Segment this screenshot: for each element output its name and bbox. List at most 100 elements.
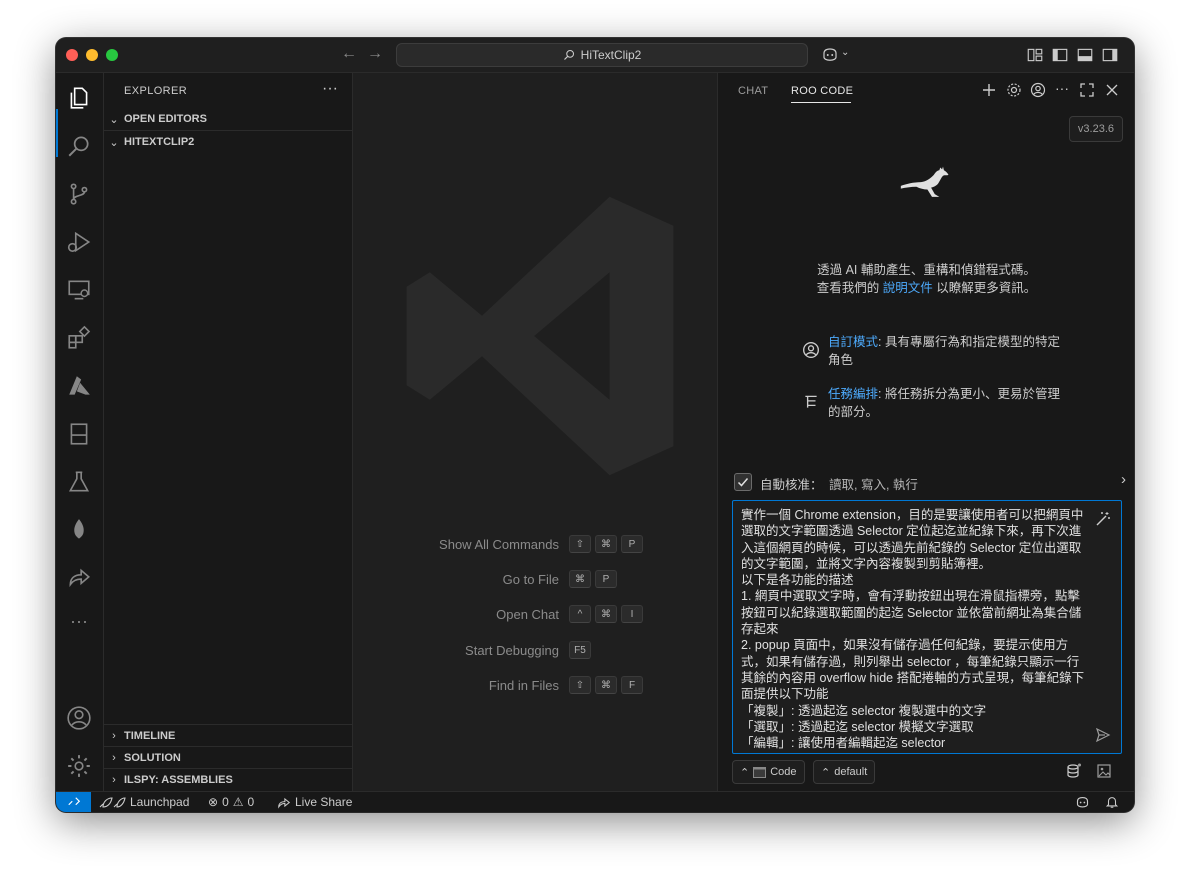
- auto-approve-row[interactable]: 自動核准： 讀取, 寫入, 執行 ›: [734, 471, 1126, 493]
- intro-text: 以瞭解更多資訊。: [932, 281, 1037, 295]
- tab-roo-code[interactable]: ROO CODE: [791, 85, 853, 97]
- key-cap: P: [595, 570, 617, 588]
- sidebar-title: EXPLORER: [124, 85, 188, 97]
- chat-input-text[interactable]: 實作一個 Chrome extension，目的是要讓使用者可以把網頁中選取的文…: [741, 507, 1089, 751]
- key-cap: ⌘: [595, 676, 617, 694]
- live-share-icon[interactable]: [66, 565, 92, 591]
- version-badge: v3.23.6: [1068, 116, 1123, 142]
- key-cap: ^: [569, 605, 591, 623]
- warning-count: 0: [247, 795, 255, 809]
- tab-chat[interactable]: CHAT: [738, 85, 768, 97]
- chat-input[interactable]: 實作一個 Chrome extension，目的是要讓使用者可以把網頁中選取的文…: [732, 500, 1122, 754]
- warning-icon: ⚠: [232, 795, 244, 809]
- intro-text: 查看我們的: [816, 281, 883, 295]
- command-center[interactable]: HiTextClip2: [396, 43, 808, 67]
- mode-selector[interactable]: ⌃ Code: [732, 760, 805, 784]
- intro-line-1: 透過 AI 輔助產生、重構和偵錯程式碼。: [817, 263, 1036, 277]
- shortcut-open-chat[interactable]: Open Chat ^ ⌘ I: [353, 605, 716, 625]
- accounts-icon[interactable]: [66, 705, 92, 731]
- launchpad-label: Launchpad: [130, 795, 190, 809]
- section-label: TIMELINE: [124, 730, 176, 742]
- enhance-prompt-icon[interactable]: [1095, 511, 1111, 527]
- custom-modes-link[interactable]: 自訂模式: [828, 335, 878, 349]
- gear-icon[interactable]: [1006, 82, 1022, 98]
- copilot-status-icon[interactable]: [1075, 795, 1090, 810]
- kangaroo-logo-icon: [900, 166, 949, 197]
- copilot-icon[interactable]: [821, 46, 839, 64]
- image-icon[interactable]: [1096, 763, 1112, 779]
- launchpad-item[interactable]: Launchpad: [98, 795, 189, 809]
- forward-arrow-icon[interactable]: →: [367, 45, 383, 63]
- back-arrow-icon[interactable]: ←: [341, 45, 357, 63]
- terminal-icon: [753, 766, 767, 778]
- section-solution[interactable]: › SOLUTION: [104, 746, 352, 769]
- live-share-item[interactable]: Live Share: [277, 795, 352, 809]
- manage-gear-icon[interactable]: [66, 753, 92, 779]
- more-icon[interactable]: ···: [1055, 80, 1071, 96]
- more-views-icon[interactable]: ···: [66, 611, 92, 637]
- database-icon[interactable]: [1066, 763, 1082, 779]
- key-cap: ⌘: [569, 570, 591, 588]
- chevron-right-icon: ›: [112, 730, 116, 742]
- mode-label: Code: [770, 766, 797, 778]
- shortcut-show-all-commands[interactable]: Show All Commands ⇧ ⌘ P: [353, 535, 716, 555]
- intro-line-2: 查看我們的 說明文件 以瞭解更多資訊。: [718, 279, 1134, 297]
- remote-icon: [67, 796, 80, 805]
- shortcut-go-to-file[interactable]: Go to File ⌘ P: [353, 570, 716, 590]
- testing-icon[interactable]: [66, 469, 92, 495]
- remote-indicator[interactable]: [56, 792, 91, 812]
- key-cap: ⌘: [595, 535, 617, 553]
- chevron-right-icon[interactable]: ›: [1121, 471, 1126, 488]
- section-workspace[interactable]: ⌄ HITEXTCLIP2: [104, 130, 352, 153]
- account-icon: [803, 342, 819, 358]
- key-cap: ⇧: [569, 676, 591, 694]
- section-label: HITEXTCLIP2: [124, 136, 195, 148]
- zoom-window-button[interactable]: [106, 49, 118, 61]
- section-label: ILSPY: ASSEMBLIES: [124, 774, 233, 786]
- key-cap: I: [621, 605, 643, 623]
- source-control-icon[interactable]: [66, 181, 92, 207]
- section-open-editors[interactable]: ⌄ OPEN EDITORS: [104, 108, 352, 130]
- close-window-button[interactable]: [66, 49, 78, 61]
- customize-layout-icon[interactable]: [1026, 46, 1044, 64]
- minimize-window-button[interactable]: [86, 49, 98, 61]
- api-config-selector[interactable]: ⌃ default: [813, 760, 876, 784]
- auto-approve-checkbox[interactable]: [734, 473, 752, 491]
- docs-link[interactable]: 說明文件: [883, 281, 933, 295]
- search-icon[interactable]: [66, 133, 92, 159]
- key-cap: P: [621, 535, 643, 553]
- mongodb-leaf-icon[interactable]: [66, 517, 92, 543]
- azure-icon[interactable]: [66, 373, 92, 399]
- plus-icon[interactable]: [981, 82, 997, 98]
- feature-custom-modes: 自訂模式: 具有專屬行為和指定模型的特定角色: [802, 333, 1062, 369]
- bell-icon[interactable]: [1105, 795, 1119, 809]
- explorer-icon[interactable]: [66, 85, 92, 111]
- shortcut-start-debugging[interactable]: Start Debugging F5: [353, 641, 716, 661]
- close-icon[interactable]: [1104, 82, 1120, 98]
- notebook-icon[interactable]: [66, 421, 92, 447]
- section-ilspy[interactable]: › ILSPY: ASSEMBLIES: [104, 768, 352, 791]
- secondary-sidebar: CHAT ROO CODE ··· v3.23.6 透過 AI 輔助產生、重構和…: [717, 73, 1134, 791]
- chevron-down-icon: ⌄: [109, 136, 119, 149]
- remote-explorer-icon[interactable]: [66, 277, 92, 303]
- sidebar-more-actions-icon[interactable]: ···: [322, 80, 338, 98]
- send-icon[interactable]: [1095, 727, 1111, 743]
- shortcut-find-in-files[interactable]: Find in Files ⇧ ⌘ F: [353, 676, 716, 696]
- run-debug-icon[interactable]: [66, 229, 92, 255]
- toggle-primary-sidebar-icon[interactable]: [1051, 46, 1069, 64]
- chevron-right-icon: ›: [112, 774, 116, 786]
- toggle-panel-icon[interactable]: [1076, 46, 1094, 64]
- section-label: SOLUTION: [124, 752, 181, 764]
- chevron-down-icon[interactable]: ⌄: [841, 47, 849, 58]
- toggle-secondary-sidebar-icon[interactable]: [1101, 46, 1119, 64]
- chevron-up-icon: ⌃: [821, 766, 831, 779]
- extensions-icon[interactable]: [66, 325, 92, 351]
- fullscreen-icon[interactable]: [1079, 82, 1095, 98]
- roo-intro: 透過 AI 輔助產生、重構和偵錯程式碼。 查看我們的 說明文件 以瞭解更多資訊。: [718, 261, 1134, 297]
- task-orchestration-link[interactable]: 任務編排: [828, 387, 878, 401]
- account-icon[interactable]: [1030, 82, 1046, 98]
- section-timeline[interactable]: › TIMELINE: [104, 724, 352, 747]
- problems-item[interactable]: ⊗ 0 ⚠ 0: [208, 795, 254, 809]
- check-icon: [737, 478, 749, 487]
- live-share-icon: [278, 797, 291, 809]
